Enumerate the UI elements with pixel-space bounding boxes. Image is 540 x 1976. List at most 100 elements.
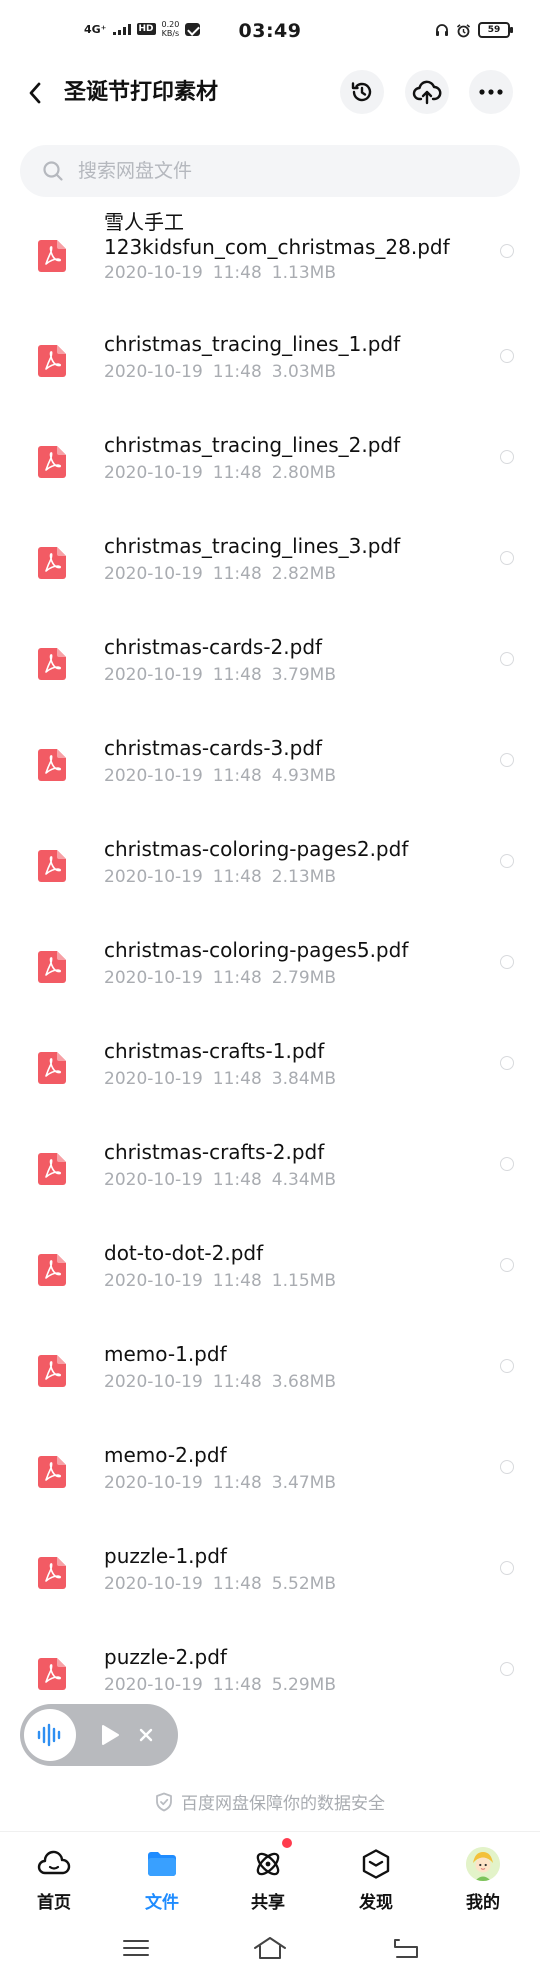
recent-apps-button[interactable] (116, 1931, 156, 1965)
file-time: 11:48 (212, 1069, 262, 1089)
select-radio[interactable] (500, 244, 514, 258)
file-date: 2020-10-19 (104, 1069, 203, 1089)
pdf-file-icon (38, 240, 66, 272)
file-row[interactable]: dot-to-dot-2.pdf 2020-10-19 11:48 1.15MB (0, 1220, 540, 1321)
select-radio[interactable] (500, 450, 514, 464)
more-button[interactable] (469, 70, 513, 114)
file-row[interactable]: memo-2.pdf 2020-10-19 11:48 3.47MB (0, 1422, 540, 1523)
file-date: 2020-10-19 (104, 665, 203, 685)
pdf-file-icon (38, 547, 66, 579)
file-meta: 2020-10-19 11:48 1.15MB (104, 1271, 336, 1291)
sound-wave-icon (37, 1723, 61, 1747)
file-name: puzzle-2.pdf (104, 1645, 227, 1669)
chevron-left-icon (29, 82, 41, 104)
audio-wave-button[interactable] (24, 1709, 76, 1761)
file-meta: 2020-10-19 11:48 3.68MB (104, 1372, 336, 1392)
pdf-file-icon (38, 345, 66, 377)
file-size: 2.80MB (271, 463, 336, 483)
file-date: 2020-10-19 (104, 1271, 203, 1291)
file-row[interactable]: christmas-crafts-1.pdf 2020-10-19 11:48 3.8… (0, 1018, 540, 1119)
history-button[interactable] (340, 70, 384, 114)
file-row[interactable]: christmas-crafts-2.pdf 2020-10-19 11:48 4.3… (0, 1119, 540, 1220)
back-button[interactable] (20, 76, 50, 110)
select-radio[interactable] (500, 955, 514, 969)
file-row[interactable]: puzzle-1.pdf 2020-10-19 11:48 5.52MB (0, 1523, 540, 1624)
file-meta: 2020-10-19 11:48 5.29MB (104, 1675, 336, 1695)
search-icon (43, 161, 63, 181)
file-row[interactable]: christmas_tracing_lines_1.pdf 2020-10-19 1… (0, 311, 540, 412)
select-radio[interactable] (500, 753, 514, 767)
file-name: dot-to-dot-2.pdf (104, 1241, 264, 1265)
file-date: 2020-10-19 (104, 867, 203, 887)
notification-dot (282, 1838, 292, 1848)
select-radio[interactable] (500, 652, 514, 666)
file-row[interactable]: christmas-coloring-pages2.pdf 2020-10-19 1… (0, 816, 540, 917)
file-row[interactable]: christmas_tracing_lines_3.pdf 2020-10-19 1… (0, 513, 540, 614)
nav-label-files: 文件 (145, 1893, 179, 1913)
nav-item-share[interactable]: 共享 (228, 1838, 308, 1916)
nav-label-home: 首页 (37, 1893, 71, 1913)
nav-item-me[interactable]: 我的 (443, 1846, 523, 1916)
alarm-icon (456, 23, 471, 37)
pdf-file-icon (38, 749, 66, 781)
search-input[interactable] (78, 160, 478, 182)
select-radio[interactable] (500, 349, 514, 363)
file-size: 2.82MB (271, 564, 336, 584)
search-bar[interactable] (20, 145, 520, 197)
file-meta: 2020-10-19 11:48 2.79MB (104, 968, 336, 988)
more-dots-icon (479, 89, 503, 95)
avatar-wrapper (465, 1846, 501, 1882)
file-time: 11:48 (212, 968, 262, 988)
file-size: 4.93MB (271, 766, 336, 786)
file-meta: 2020-10-19 11:48 4.93MB (104, 766, 336, 786)
file-meta: 2020-10-19 11:48 3.47MB (104, 1473, 336, 1493)
file-date: 2020-10-19 (104, 1675, 203, 1695)
select-radio[interactable] (500, 854, 514, 868)
select-radio[interactable] (500, 551, 514, 565)
nav-item-files[interactable]: 文件 (122, 1846, 202, 1916)
file-name: christmas-coloring-pages5.pdf (104, 938, 409, 962)
file-name: christmas-cards-3.pdf (104, 736, 323, 760)
file-meta: 2020-10-19 11:48 2.13MB (104, 867, 336, 887)
file-time: 11:48 (212, 463, 262, 483)
select-radio[interactable] (500, 1561, 514, 1575)
select-radio[interactable] (500, 1662, 514, 1676)
file-meta: 2020-10-19 11:48 5.52MB (104, 1574, 336, 1594)
file-time: 11:48 (212, 1170, 262, 1190)
nav-item-discover[interactable]: 发现 (336, 1846, 416, 1916)
history-icon (351, 82, 372, 102)
select-radio[interactable] (500, 1258, 514, 1272)
pdf-file-icon (38, 1658, 66, 1690)
nav-item-home[interactable]: 首页 (14, 1846, 94, 1916)
file-row[interactable]: christmas-cards-3.pdf 2020-10-19 11:48 4.93… (0, 715, 540, 816)
home-button[interactable] (250, 1931, 290, 1965)
system-back-button[interactable] (386, 1931, 426, 1965)
file-row[interactable]: memo-1.pdf 2020-10-19 11:48 3.68MB (0, 1321, 540, 1422)
file-time: 11:48 (212, 1574, 262, 1594)
file-time: 11:48 (212, 1473, 262, 1493)
file-name: christmas-cards-2.pdf (104, 635, 323, 659)
file-name: christmas-crafts-2.pdf (104, 1140, 325, 1164)
select-radio[interactable] (500, 1359, 514, 1373)
close-player-button[interactable] (130, 1709, 162, 1761)
file-name: christmas-coloring-pages2.pdf (104, 837, 409, 861)
play-button[interactable] (90, 1709, 130, 1761)
pdf-file-icon (38, 850, 66, 882)
upload-button[interactable] (405, 70, 449, 114)
battery-icon: 59 (478, 22, 513, 38)
system-nav-bar (0, 1921, 540, 1976)
file-meta: 2020-10-19 11:48 2.80MB (104, 463, 336, 483)
file-row[interactable]: christmas-coloring-pages5.pdf 2020-10-19 1… (0, 917, 540, 1018)
close-icon (139, 1728, 153, 1742)
file-row[interactable]: christmas-cards-2.pdf 2020-10-19 11:48 3.79… (0, 614, 540, 715)
file-row[interactable]: 雪人手工 123kidsfun_com_christmas_28.pdf 2020… (0, 208, 540, 311)
file-date: 2020-10-19 (104, 362, 203, 382)
security-text: 百度网盘保障你的数据安全 (181, 1794, 385, 1814)
pdf-file-icon (38, 446, 66, 478)
file-row[interactable]: christmas_tracing_lines_2.pdf 2020-10-19 1… (0, 412, 540, 513)
select-radio[interactable] (500, 1056, 514, 1070)
select-radio[interactable] (500, 1157, 514, 1171)
status-right: 59 (435, 22, 513, 38)
file-time: 11:48 (212, 665, 262, 685)
select-radio[interactable] (500, 1460, 514, 1474)
